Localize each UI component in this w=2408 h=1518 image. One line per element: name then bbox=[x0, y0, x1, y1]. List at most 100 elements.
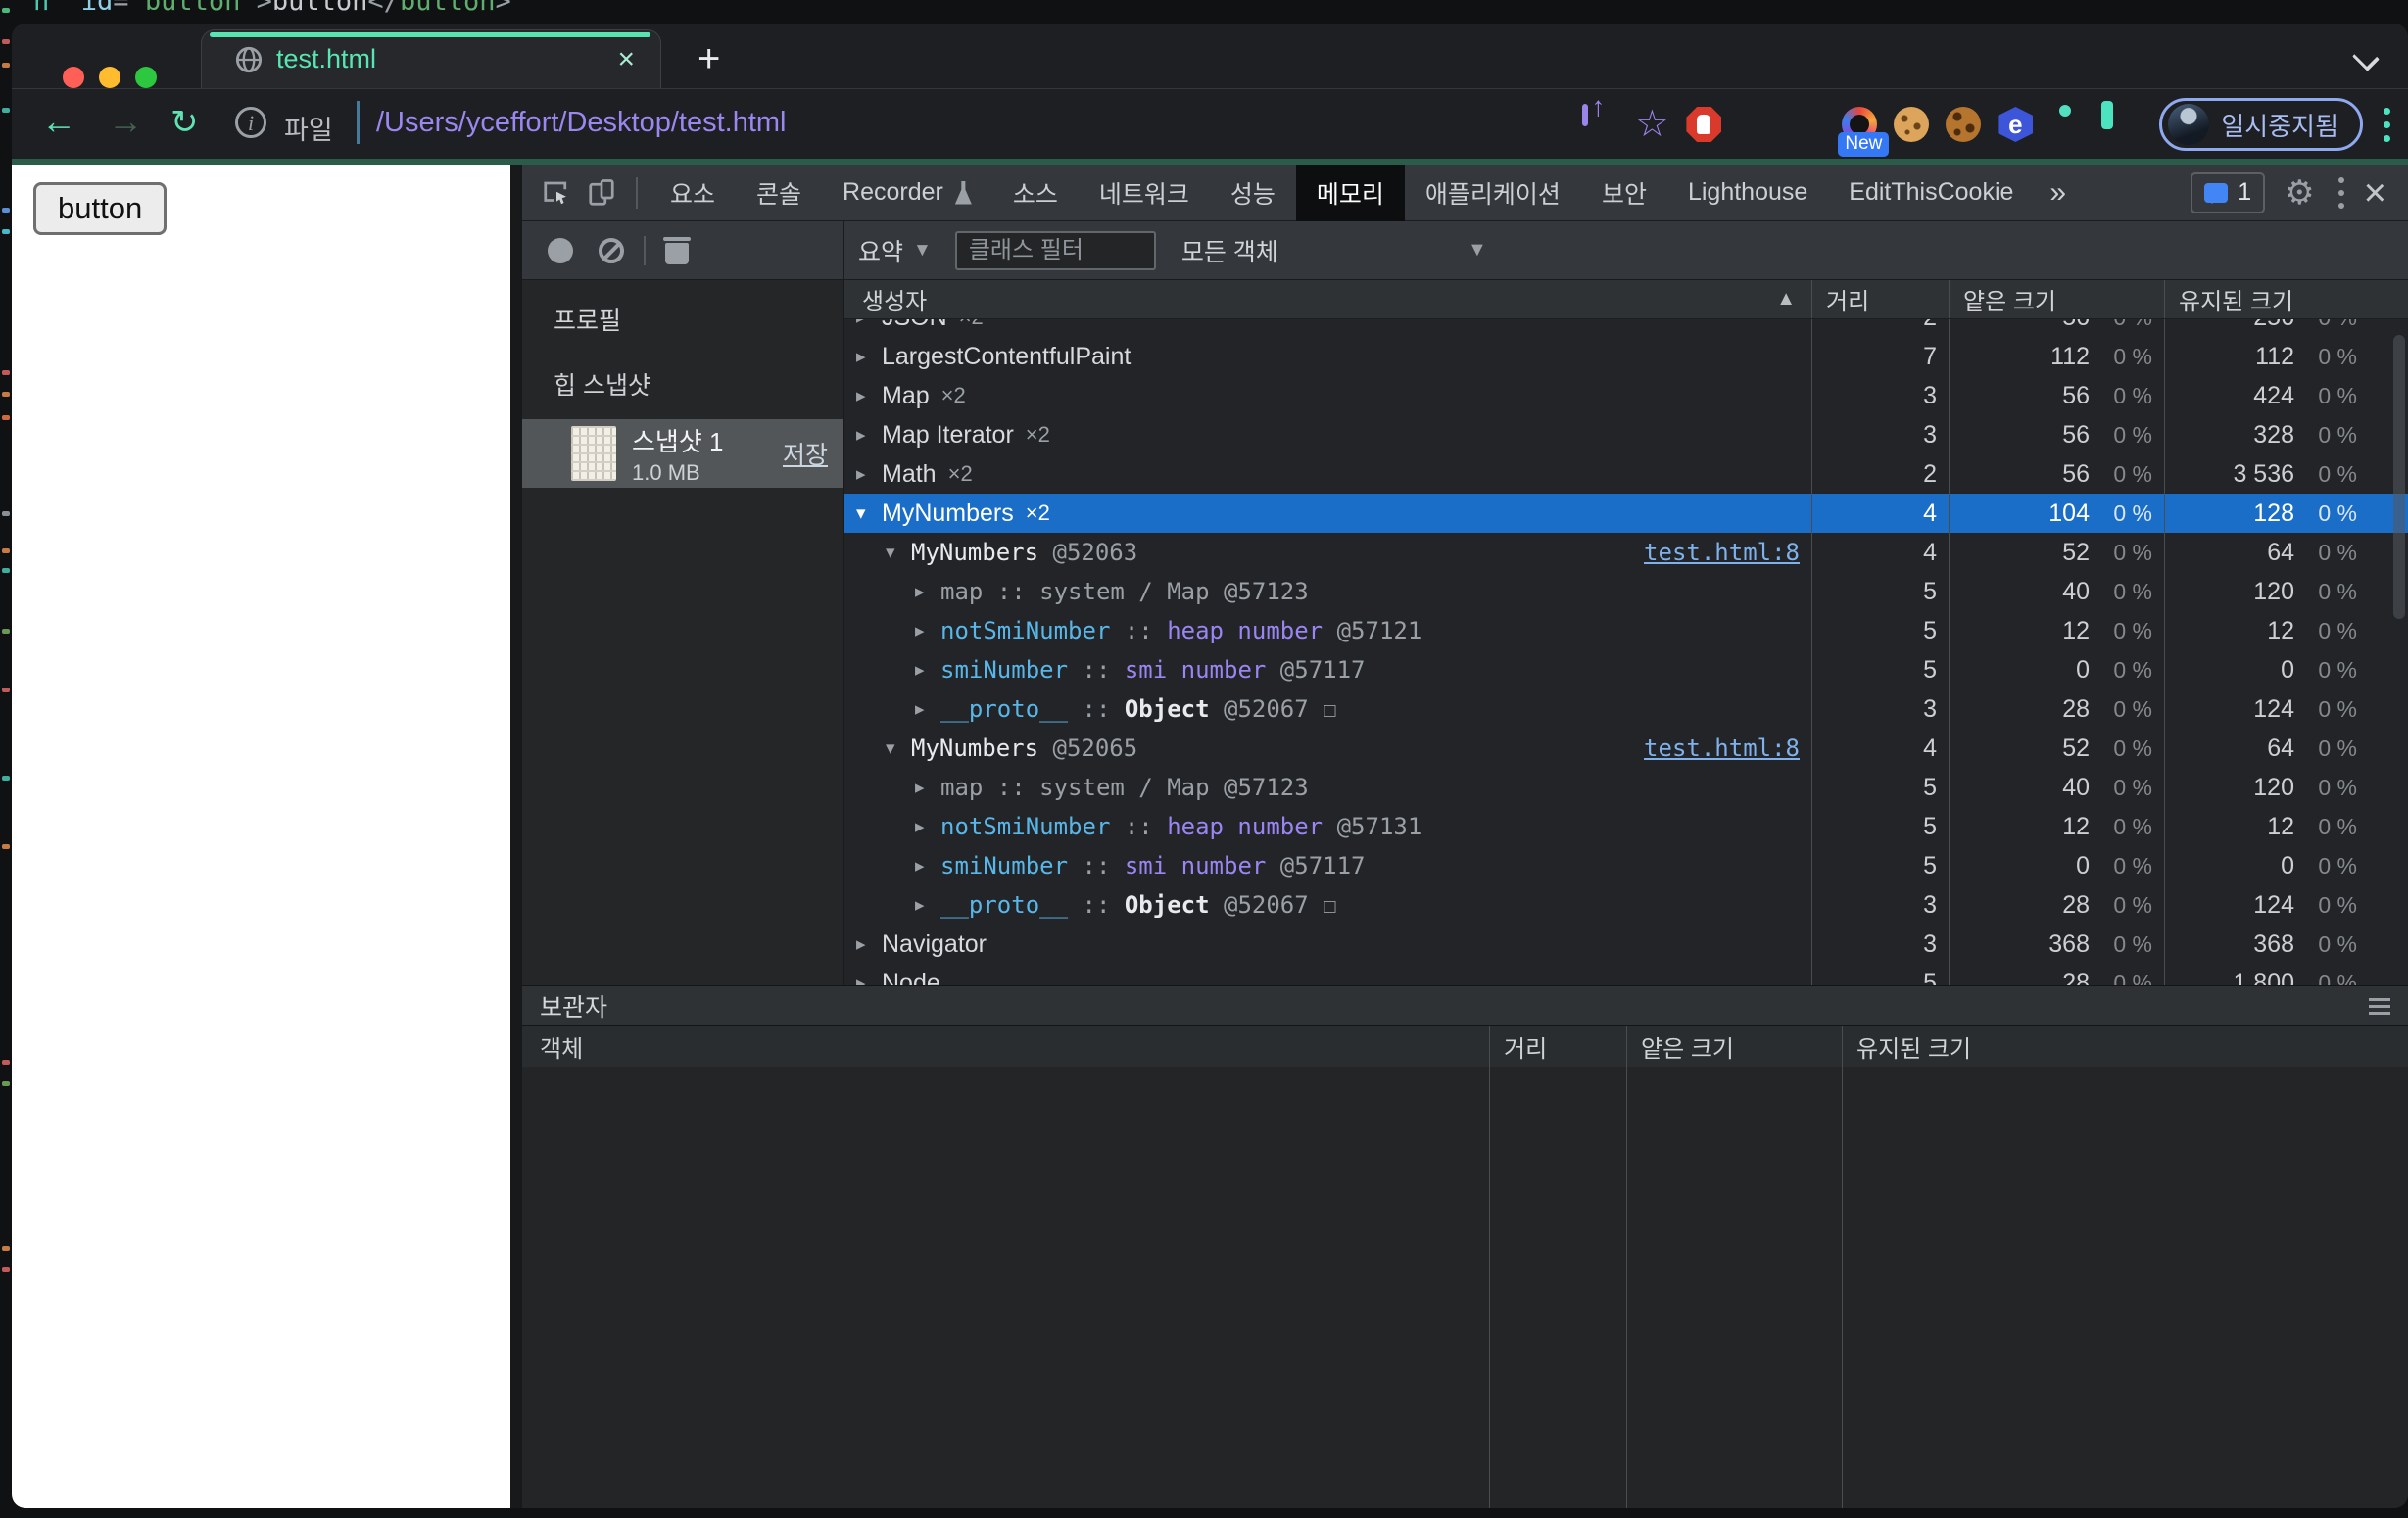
objects-scope-select[interactable]: 모든 객체 ▼ bbox=[1181, 233, 1487, 268]
disclosure-triangle-icon[interactable]: ▾ bbox=[856, 502, 882, 525]
close-window-traffic-light[interactable] bbox=[63, 67, 84, 88]
disclosure-triangle-icon[interactable]: ▾ bbox=[886, 737, 911, 760]
side-panel-icon[interactable] bbox=[2101, 101, 2137, 142]
take-snapshot-record-icon[interactable] bbox=[548, 237, 573, 263]
disclosure-triangle-icon[interactable]: ▸ bbox=[915, 816, 940, 838]
heap-grid-row[interactable]: ▸ Math ×2 2 56 0 % 3 536 0 % bbox=[844, 454, 2408, 494]
heap-grid-row[interactable]: ▸ Map Iterator ×2 3 56 0 % 328 0 % bbox=[844, 415, 2408, 454]
perspective-select[interactable]: 요약 ▼ bbox=[858, 233, 932, 268]
issues-counter-button[interactable]: 1 bbox=[2191, 171, 2266, 213]
inspect-element-icon[interactable] bbox=[542, 178, 571, 208]
disclosure-triangle-icon[interactable]: ▸ bbox=[915, 659, 940, 682]
disclosure-triangle-icon[interactable]: ▸ bbox=[915, 581, 940, 603]
devtools-tab-콘솔[interactable]: 콘솔 bbox=[736, 165, 822, 221]
column-header-shallow-size[interactable]: 얕은 크기 bbox=[1626, 1026, 1842, 1067]
profile-chip[interactable]: 일시중지됨 bbox=[2159, 98, 2363, 151]
disclosure-triangle-icon[interactable]: ▸ bbox=[915, 894, 940, 917]
devtools-close-icon[interactable]: × bbox=[2364, 173, 2386, 213]
heap-grid-row[interactable]: ▸ Navigator 3 368 0 % 368 0 % bbox=[844, 925, 2408, 964]
devtools-tab-lighthouse[interactable]: Lighthouse bbox=[1667, 165, 1828, 221]
lighthouse-extension-icon[interactable] bbox=[1738, 107, 1773, 142]
disclosure-triangle-icon[interactable]: ▸ bbox=[856, 463, 882, 486]
tab-close-icon[interactable]: × bbox=[617, 43, 635, 76]
disclosure-triangle-icon[interactable]: ▸ bbox=[856, 346, 882, 368]
tab-search-chevron-icon[interactable] bbox=[2351, 43, 2381, 72]
heap-grid-row[interactable]: ▾ MyNumbers @52063 test.html:8 4 52 0 % 64 0 % bbox=[844, 533, 2408, 572]
disclosure-triangle-icon[interactable]: ▸ bbox=[856, 933, 882, 956]
share-icon[interactable] bbox=[1582, 104, 1617, 142]
heap-grid-row[interactable]: ▸ smiNumber :: smi number @57117 5 0 0 % 0 0 % bbox=[844, 650, 2408, 689]
dark-cookie-extension-icon[interactable] bbox=[1946, 107, 1982, 142]
disclosure-triangle-icon[interactable]: ▸ bbox=[856, 385, 882, 407]
puzzle-extensions-icon[interactable] bbox=[2049, 107, 2085, 142]
site-info-icon[interactable]: i bbox=[235, 107, 266, 138]
adblock-extension-icon[interactable] bbox=[1686, 107, 1722, 142]
class-filter-input[interactable] bbox=[954, 230, 1156, 270]
disclosure-triangle-icon[interactable]: ▸ bbox=[915, 855, 940, 878]
source-location-link[interactable]: test.html:8 bbox=[1644, 735, 1811, 762]
save-snapshot-link[interactable]: 저장 bbox=[783, 436, 828, 471]
column-header-distance[interactable]: 거리 bbox=[1489, 1026, 1626, 1067]
browser-tab[interactable]: test.html × bbox=[201, 29, 661, 88]
bookmark-star-icon[interactable]: ☆ bbox=[1634, 106, 1669, 143]
devtools-tab-보안[interactable]: 보안 bbox=[1581, 165, 1667, 221]
devtools-tab-성능[interactable]: 성능 bbox=[1210, 165, 1296, 221]
back-button[interactable]: ← bbox=[41, 101, 76, 142]
devtools-tab-메모리[interactable]: 메모리 bbox=[1295, 164, 1405, 221]
colorful-extension-icon[interactable]: New bbox=[1838, 107, 1890, 157]
source-location-link[interactable]: test.html:8 bbox=[1644, 539, 1811, 566]
cookie-extension-icon[interactable] bbox=[1894, 107, 1930, 142]
disclosure-triangle-icon[interactable]: ▸ bbox=[915, 698, 940, 721]
devtools-tab-소스[interactable]: 소스 bbox=[992, 165, 1079, 221]
disclosure-triangle-icon[interactable]: ▸ bbox=[856, 424, 882, 447]
disclosure-triangle-icon[interactable]: ▾ bbox=[886, 542, 911, 564]
column-header-constructor[interactable]: 생성자 ▲ bbox=[844, 280, 1811, 318]
heap-grid-row[interactable]: ▸ smiNumber :: smi number @57117 5 0 0 % 0 0 % bbox=[844, 846, 2408, 885]
devtools-tab-recorder[interactable]: Recorder bbox=[822, 165, 992, 221]
heap-grid-row[interactable]: ▸ Node 5 28 0 % 1 800 0 % bbox=[844, 964, 2408, 985]
retainers-menu-icon[interactable] bbox=[2369, 997, 2390, 1015]
device-toolbar-icon[interactable] bbox=[587, 178, 616, 208]
heap-grid-row[interactable]: ▾ MyNumbers ×2 4 104 0 % 128 0 % bbox=[844, 494, 2408, 533]
disclosure-triangle-icon[interactable]: ▸ bbox=[856, 972, 882, 986]
forward-button[interactable]: → bbox=[108, 101, 143, 142]
page-button[interactable]: button bbox=[33, 182, 168, 235]
devtools-divider[interactable] bbox=[510, 165, 522, 1508]
disclosure-triangle-icon[interactable]: ▸ bbox=[915, 620, 940, 642]
column-header-shallow-size[interactable]: 얕은 크기 bbox=[1949, 280, 2164, 318]
heap-grid-row[interactable]: ▸ __proto__ :: Object @52067 ☐ 3 28 0 % 124 0 … bbox=[844, 885, 2408, 925]
retainers-titlebar[interactable]: 보관자 bbox=[522, 985, 2408, 1026]
clear-profiles-icon[interactable] bbox=[599, 237, 624, 263]
more-tabs-chevron[interactable]: » bbox=[2034, 176, 2082, 210]
heap-grid-row[interactable]: ▸ map :: system / Map @57123 5 40 0 % 120 0 % bbox=[844, 572, 2408, 611]
heap-grid-row[interactable]: ▸ LargestContentfulPaint 7 112 0 % 112 0 % bbox=[844, 337, 2408, 376]
delete-snapshot-trash-icon[interactable] bbox=[663, 236, 691, 264]
heap-grid-row[interactable]: ▸ notSmiNumber :: heap number @57121 5 12 0 … bbox=[844, 611, 2408, 650]
devtools-tab-애플리케이션[interactable]: 애플리케이션 bbox=[1405, 165, 1581, 221]
address-bar-url[interactable]: /Users/yceffort/Desktop/test.html bbox=[376, 107, 787, 139]
devtools-settings-gear-icon[interactable]: ⚙ bbox=[2285, 173, 2314, 213]
browser-menu-kebab-icon[interactable] bbox=[2384, 107, 2390, 142]
new-tab-button[interactable]: + bbox=[698, 39, 720, 78]
hexagon-extension-icon[interactable]: e bbox=[1998, 107, 2034, 142]
scrollbar-thumb[interactable] bbox=[2393, 335, 2405, 619]
column-header-object[interactable]: 객체 bbox=[522, 1026, 1489, 1067]
devtools-tab-요소[interactable]: 요소 bbox=[650, 165, 736, 221]
column-header-distance[interactable]: 거리 bbox=[1811, 280, 1949, 318]
devtools-menu-kebab-icon[interactable] bbox=[2337, 176, 2344, 209]
heap-grid-row[interactable]: ▾ MyNumbers @52065 test.html:8 4 52 0 % 64 0 % bbox=[844, 729, 2408, 768]
column-header-retained-size[interactable]: 유지된 크기 bbox=[1842, 1026, 2408, 1067]
heap-grid-row[interactable]: ▸ Map ×2 3 56 0 % 424 0 % bbox=[844, 376, 2408, 415]
maximize-window-traffic-light[interactable] bbox=[135, 67, 157, 88]
minimize-window-traffic-light[interactable] bbox=[99, 67, 120, 88]
heap-grid-row[interactable]: ▸JSON×22560 %2560 % bbox=[844, 319, 2408, 337]
snapshot-list-item[interactable]: 스냅샷 1 1.0 MB 저장 bbox=[522, 419, 843, 488]
heap-grid-row[interactable]: ▸ map :: system / Map @57123 5 40 0 % 120 0 % bbox=[844, 768, 2408, 807]
devtools-tab-editthiscookie[interactable]: EditThisCookie bbox=[1828, 165, 2034, 221]
gray-extension-icon[interactable] bbox=[1790, 107, 1825, 142]
disclosure-triangle-icon[interactable]: ▸ bbox=[915, 777, 940, 799]
disclosure-triangle-icon[interactable]: ▸ bbox=[856, 319, 882, 329]
reload-button[interactable]: ↻ bbox=[170, 103, 199, 142]
heap-grid-row[interactable]: ▸ __proto__ :: Object @52067 ☐ 3 28 0 % 124 0 … bbox=[844, 689, 2408, 729]
heap-grid-row[interactable]: ▸ notSmiNumber :: heap number @57131 5 12 0 … bbox=[844, 807, 2408, 846]
